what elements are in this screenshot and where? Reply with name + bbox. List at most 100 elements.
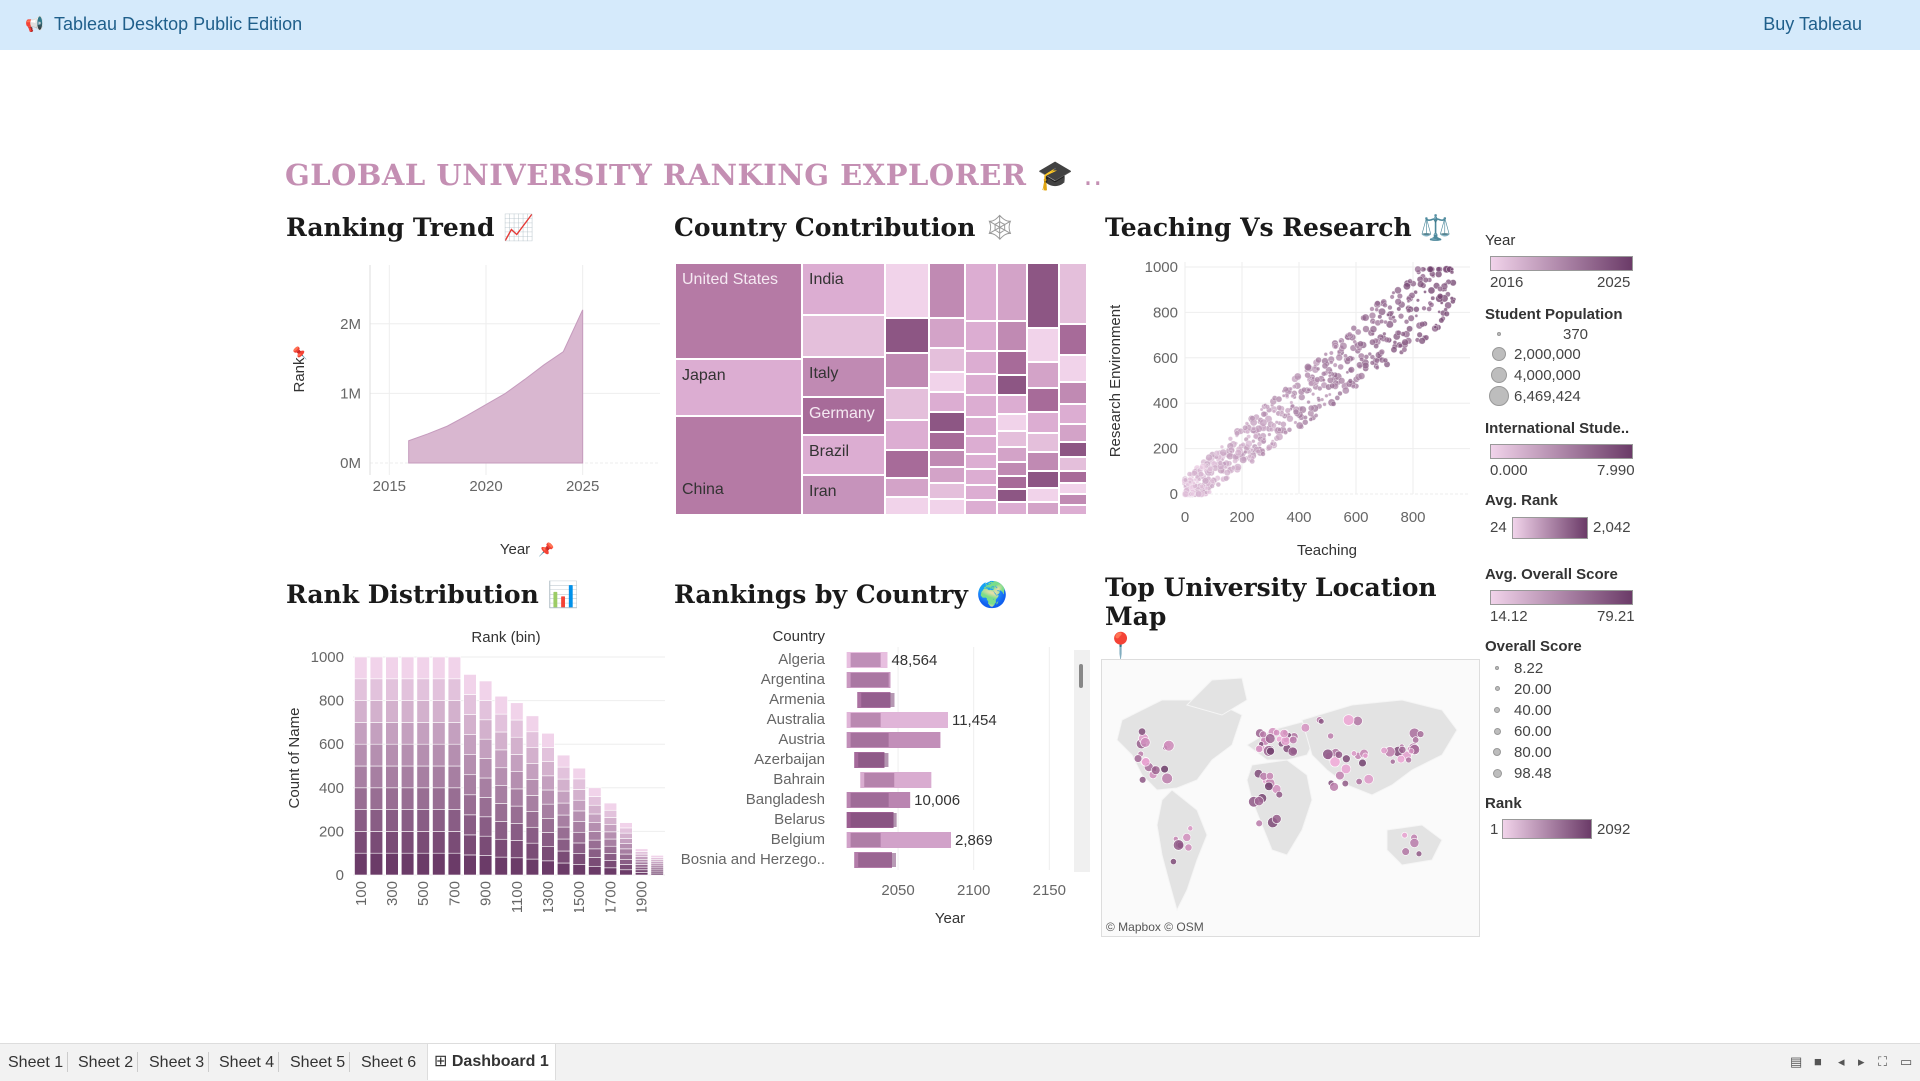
dist-bar-segment[interactable] xyxy=(432,656,446,680)
scatter-point[interactable] xyxy=(1304,363,1312,371)
international-color-ramp[interactable] xyxy=(1490,444,1633,459)
scatter-point[interactable] xyxy=(1361,313,1370,322)
country-bar-overlay[interactable] xyxy=(861,693,895,707)
treemap-cell[interactable] xyxy=(965,416,997,436)
dist-bar-segment[interactable] xyxy=(416,700,430,723)
scatter-point[interactable] xyxy=(1224,469,1231,476)
scatter-point[interactable] xyxy=(1329,350,1334,356)
scatter-point[interactable] xyxy=(1187,480,1192,484)
map-point[interactable] xyxy=(1416,730,1425,738)
dist-bar-segment[interactable] xyxy=(510,805,524,824)
dist-bar-segment[interactable] xyxy=(619,859,633,865)
scatter-point[interactable] xyxy=(1396,293,1403,299)
scatter-point[interactable] xyxy=(1277,427,1282,432)
dist-bar-segment[interactable] xyxy=(572,789,586,801)
treemap-cell[interactable] xyxy=(1027,471,1059,488)
country-bar-overlay[interactable] xyxy=(850,833,881,847)
map-point[interactable] xyxy=(1259,730,1267,739)
scatter-point[interactable] xyxy=(1306,400,1311,405)
scatter-point[interactable] xyxy=(1427,286,1436,295)
dist-bar-segment[interactable] xyxy=(494,731,508,751)
scatter-point[interactable] xyxy=(1292,384,1297,389)
scatter-point[interactable] xyxy=(1286,415,1294,423)
treemap-cell[interactable] xyxy=(929,412,965,432)
dist-bar-segment[interactable] xyxy=(634,864,649,868)
map-point[interactable] xyxy=(1300,723,1311,733)
treemap-cell[interactable] xyxy=(929,318,965,348)
map-point[interactable] xyxy=(1389,758,1396,765)
dist-bar-segment[interactable] xyxy=(401,700,415,723)
avg-rank-color-ramp[interactable] xyxy=(1512,517,1588,539)
tab-sheet-6[interactable]: Sheet 6 xyxy=(361,1054,416,1072)
treemap-cell[interactable] xyxy=(1059,355,1087,382)
scatter-point[interactable] xyxy=(1186,471,1193,477)
treemap-cell[interactable] xyxy=(929,392,965,412)
scatter-point[interactable] xyxy=(1245,429,1250,435)
dist-bar-segment[interactable] xyxy=(479,816,493,837)
country-bar-overlay[interactable] xyxy=(850,733,889,747)
scatter-point[interactable] xyxy=(1397,343,1403,349)
country-list-scrollbar[interactable] xyxy=(1074,650,1090,872)
dist-bar-segment[interactable] xyxy=(479,777,493,798)
scatter-point[interactable] xyxy=(1374,357,1380,364)
scatter-point[interactable] xyxy=(1183,477,1188,483)
rank-distribution-chart[interactable]: Rank (bin) 100 300 500 700 900 1100 1300 1500 17… xyxy=(285,622,670,912)
scatter-point[interactable] xyxy=(1414,314,1419,318)
scatter-point[interactable] xyxy=(1308,404,1315,412)
dist-bar-segment[interactable] xyxy=(588,839,602,850)
tab-dashboard-1[interactable]: ⊞ Dashboard 1 xyxy=(427,1044,556,1080)
dist-bar-segment[interactable] xyxy=(603,831,618,840)
scatter-point[interactable] xyxy=(1332,362,1338,368)
country-bar-overlay[interactable] xyxy=(864,773,895,787)
dist-bar-segment[interactable] xyxy=(588,804,602,815)
scatter-point[interactable] xyxy=(1438,317,1445,324)
dist-bar-segment[interactable] xyxy=(619,827,633,834)
dist-bar-segment[interactable] xyxy=(494,785,508,804)
scatter-point[interactable] xyxy=(1371,320,1376,325)
scatter-point[interactable] xyxy=(1195,490,1203,498)
dist-bar-segment[interactable] xyxy=(354,722,368,745)
scatter-point[interactable] xyxy=(1328,374,1332,378)
next-sheet-icon[interactable]: ▸ xyxy=(1858,1054,1865,1070)
map-point[interactable] xyxy=(1415,850,1423,857)
scatter-point[interactable] xyxy=(1338,339,1343,343)
scatter-point[interactable] xyxy=(1198,471,1204,478)
scatter-point[interactable] xyxy=(1227,436,1233,442)
dist-bar-segment[interactable] xyxy=(401,787,415,810)
scatter-point[interactable] xyxy=(1437,293,1444,300)
map-point[interactable] xyxy=(1355,777,1363,786)
tab-sheet-2[interactable]: Sheet 2 xyxy=(78,1054,133,1072)
scatter-point[interactable] xyxy=(1234,430,1240,437)
dist-bar-segment[interactable] xyxy=(634,848,649,852)
scatter-point[interactable] xyxy=(1357,372,1366,380)
scatter-point[interactable] xyxy=(1324,393,1329,398)
scatter-point[interactable] xyxy=(1406,325,1413,333)
scatter-point[interactable] xyxy=(1416,331,1423,338)
teaching-research-scatter[interactable]: 0 200 400 600 800 0 200 400 600 800 1000 Teaching… xyxy=(1105,255,1485,565)
map-point[interactable] xyxy=(1401,847,1410,856)
map-point[interactable] xyxy=(1318,718,1325,725)
scatter-point[interactable] xyxy=(1359,357,1364,362)
map-point[interactable] xyxy=(1409,838,1420,848)
dist-bar-segment[interactable] xyxy=(447,852,462,876)
scatter-point[interactable] xyxy=(1302,419,1309,426)
scatter-point[interactable] xyxy=(1390,346,1398,353)
map-point[interactable] xyxy=(1358,758,1367,768)
scatter-point[interactable] xyxy=(1259,407,1264,412)
dist-bar-segment[interactable] xyxy=(447,722,462,745)
treemap-cell[interactable] xyxy=(929,263,965,318)
dist-bar-segment[interactable] xyxy=(588,796,602,806)
ranking-trend-chart[interactable]: 2015 2020 2025 0M 1M 2M Year 📌 Rank 📌 xyxy=(285,255,670,565)
dist-bar-segment[interactable] xyxy=(556,838,571,852)
map-point[interactable] xyxy=(1408,748,1415,755)
scatter-point[interactable] xyxy=(1401,338,1409,346)
dist-bar-segment[interactable] xyxy=(432,743,446,767)
scatter-point[interactable] xyxy=(1279,410,1285,415)
dist-bar-segment[interactable] xyxy=(572,864,586,876)
map-point[interactable] xyxy=(1266,746,1275,756)
scatter-point[interactable] xyxy=(1362,361,1370,370)
dist-bar-segment[interactable] xyxy=(416,722,430,745)
scatter-point[interactable] xyxy=(1193,478,1197,482)
scatter-point[interactable] xyxy=(1449,270,1455,275)
dist-bar-segment[interactable] xyxy=(479,700,493,721)
